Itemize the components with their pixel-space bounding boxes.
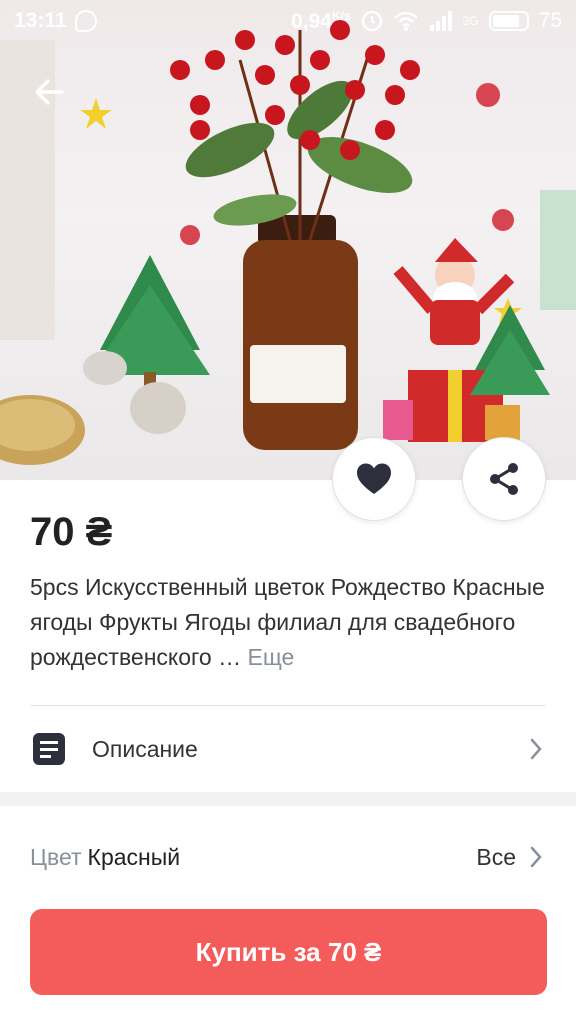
battery-icon <box>488 11 529 31</box>
arrow-left-icon <box>35 79 64 105</box>
network-type: 3G <box>462 14 479 28</box>
favorite-button[interactable] <box>332 437 416 521</box>
wifi-icon <box>393 11 418 31</box>
battery-level: 75 <box>538 9 562 32</box>
all-options-link[interactable]: Все <box>476 844 544 871</box>
chevron-right-icon <box>530 846 542 868</box>
viber-icon <box>74 10 97 32</box>
alarm-icon <box>361 10 382 32</box>
status-bar: 13:11 0,94K/s 3G 75 <box>0 0 576 42</box>
section-separator <box>0 792 576 806</box>
network-speed-value: 0,94 <box>291 9 332 33</box>
chevron-right-icon <box>530 738 542 760</box>
description-label: Описание <box>92 735 198 762</box>
document-icon <box>33 733 65 765</box>
color-selector-row[interactable]: Цвет Красный Все <box>0 825 576 889</box>
buy-button[interactable]: Купить за 70 ₴ <box>30 909 547 995</box>
product-price: 70 ₴ <box>30 510 113 554</box>
network-speed: 0,94K/s <box>291 9 351 34</box>
more-link[interactable]: Еще <box>247 644 294 670</box>
color-value: Красный <box>87 843 181 870</box>
divider <box>30 705 546 706</box>
share-button[interactable] <box>462 437 546 521</box>
network-speed-unit: K/s <box>331 8 351 23</box>
all-options-label: Все <box>476 843 516 870</box>
product-image[interactable] <box>0 0 576 480</box>
status-time: 13:11 <box>14 9 67 32</box>
color-key: Цвет <box>30 843 82 870</box>
description-row[interactable]: Описание <box>0 712 576 786</box>
back-button[interactable] <box>28 70 72 114</box>
buy-button-label: Купить за 70 ₴ <box>195 936 382 967</box>
signal-icon <box>429 11 452 31</box>
product-title[interactable]: 5pcs Искусственный цветок Рождество Крас… <box>30 570 550 675</box>
share-icon <box>490 463 518 495</box>
heart-icon <box>357 463 391 494</box>
product-photo-illustration <box>0 20 576 465</box>
